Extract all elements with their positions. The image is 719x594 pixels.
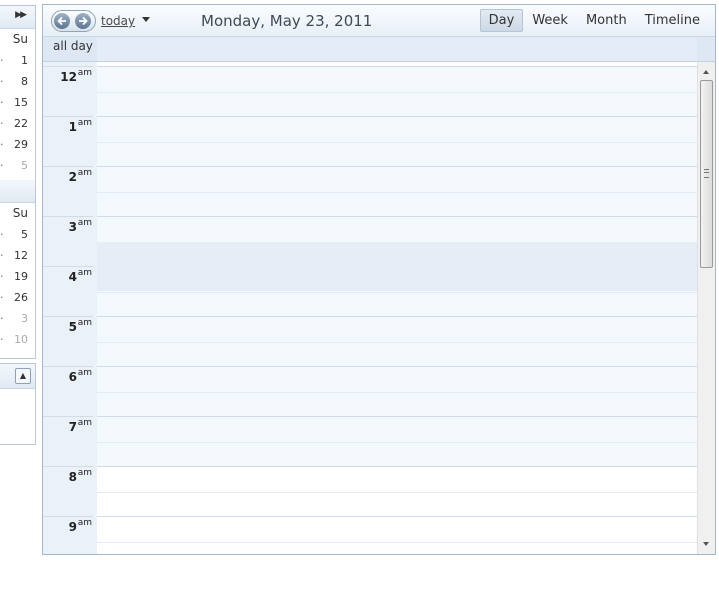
tab-month[interactable]: Month [577,9,636,32]
mini-calendar-day[interactable]: 3 [0,308,35,329]
half-hour-divider [97,192,697,193]
scheduler-toolbar: today Monday, May 23, 2011 Day Week Month T… [43,5,715,37]
mini-calendar-1: ▶▶ Su 181522295 [0,5,36,182]
hour-label: 8 am [43,466,93,517]
half-hour-divider [97,542,697,543]
date-navigator: ▶▶ Su 181522295 Su 5121926310 ▲ [0,5,36,445]
am-pm-label: am [77,468,92,478]
half-hour-divider [97,492,697,493]
fast-forward-icon[interactable]: ▶▶ [15,10,27,20]
hour-number: 2 [68,170,77,184]
collapse-up-icon[interactable]: ▲ [15,368,31,384]
hour-number: 5 [68,320,77,334]
mini-calendar-2: Su 5121926310 [0,180,36,359]
hour-label: 5 am [43,316,93,367]
current-date-title: Monday, May 23, 2011 [201,12,373,30]
hour-label: 12 am [43,66,93,117]
day-column [97,62,697,554]
previous-arrow-icon[interactable] [54,13,70,29]
hour-slot[interactable] [97,316,697,367]
mini-calendar-day[interactable]: 19 [0,266,35,287]
tab-week[interactable]: Week [523,9,577,32]
tab-day[interactable]: Day [479,9,524,32]
tab-timeline[interactable]: Timeline [636,9,709,32]
resource-panel-header: ▲ [0,364,35,389]
am-pm-label: am [77,118,92,128]
mini-calendar-day[interactable]: 12 [0,245,35,266]
am-pm-label: am [77,368,92,378]
mini-calendar-header: ▶▶ [0,6,35,29]
grip-icon [704,169,709,178]
mini-calendar-day[interactable]: 1 [0,50,35,71]
mini-calendar-day[interactable]: 22 [0,113,35,134]
hour-number: 7 [68,420,77,434]
am-pm-label: am [77,318,92,328]
hour-number: 8 [68,470,77,484]
resource-panel: ▲ [0,363,36,445]
hour-slot[interactable] [97,116,697,167]
hour-number: 12 [60,70,77,84]
hour-label: 6 am [43,366,93,417]
selected-time-slot[interactable] [97,242,697,291]
today-link[interactable]: today [101,14,135,28]
am-pm-label: am [77,418,92,428]
am-pm-label: am [77,518,92,528]
next-arrow-icon[interactable] [75,13,91,29]
am-pm-label: am [77,168,92,178]
hour-number: 4 [68,270,77,284]
scrollbar-thumb[interactable] [700,80,713,268]
hour-slot[interactable] [97,416,697,467]
chevron-down-icon[interactable] [142,17,150,22]
mini-calendar-day[interactable]: 10 [0,329,35,350]
hour-number: 6 [68,370,77,384]
half-hour-divider [97,292,697,293]
hour-slot[interactable] [97,166,697,217]
mini-calendar-day[interactable]: 5 [0,155,35,176]
scroll-down-icon[interactable] [703,542,709,546]
navigation-arrows [51,10,96,32]
hour-label: 4 am [43,266,93,317]
time-column: 12 am 1 am 2 am 3 am 4 am 5 am 6 am 7 am 8 am 9 am [43,62,97,554]
half-hour-divider [97,92,697,93]
mini-calendar-day[interactable]: 29 [0,134,35,155]
hour-number: 9 [68,520,77,534]
all-day-row: all day [43,37,715,62]
am-pm-label: am [77,218,92,228]
scroll-up-icon[interactable] [703,70,709,74]
hour-label: 9 am [43,516,93,554]
all-day-slot[interactable] [97,37,697,61]
view-switcher: Day Week Month Timeline [479,9,709,32]
hour-label: 7 am [43,416,93,467]
half-hour-divider [97,342,697,343]
hour-number: 1 [68,120,77,134]
mini-calendar-day[interactable]: 5 [0,224,35,245]
half-hour-divider [97,142,697,143]
mini-calendar-header [0,180,35,203]
hour-label: 2 am [43,166,93,217]
day-of-week-sunday: Su [12,32,28,46]
day-of-week-sunday: Su [12,206,28,220]
half-hour-divider [97,442,697,443]
hour-slot[interactable] [97,466,697,517]
scheduler: today Monday, May 23, 2011 Day Week Month T… [42,4,716,555]
mini-calendar-day[interactable]: 15 [0,92,35,113]
hour-slot[interactable] [97,516,697,554]
time-grid: 12 am 1 am 2 am 3 am 4 am 5 am 6 am 7 am 8 am 9 am [43,62,715,554]
mini-calendar-day[interactable]: 8 [0,71,35,92]
vertical-scrollbar[interactable] [697,62,715,554]
am-pm-label: am [77,268,92,278]
hour-label: 1 am [43,116,93,167]
mini-calendar-day[interactable]: 26 [0,287,35,308]
all-day-label: all day [53,39,93,53]
half-hour-divider [97,392,697,393]
hour-slot[interactable] [97,66,697,117]
hour-label: 3 am [43,216,93,267]
am-pm-label: am [77,68,92,78]
hour-number: 3 [68,220,77,234]
hour-slot[interactable] [97,366,697,417]
